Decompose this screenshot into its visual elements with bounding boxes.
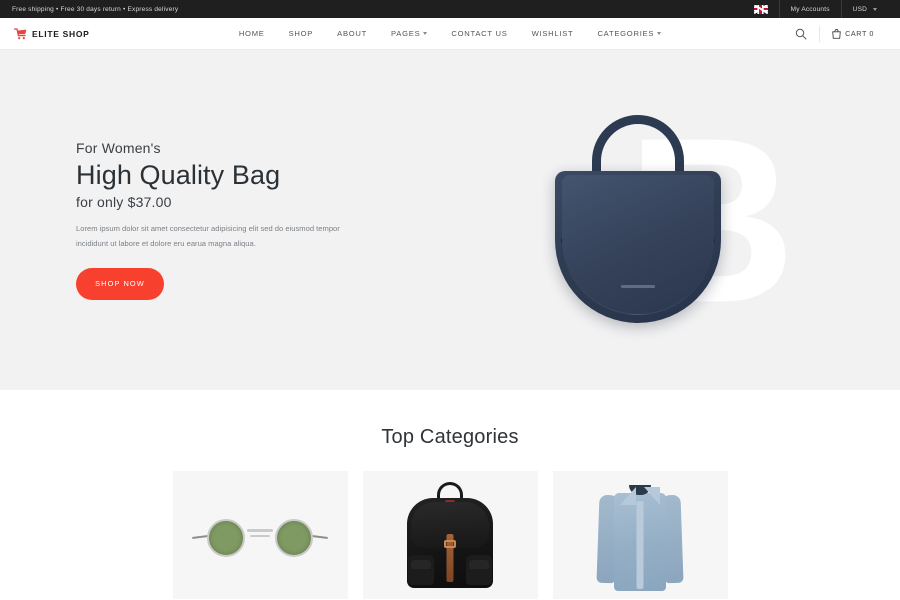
my-accounts-label: My Accounts [790,5,830,13]
category-card-backpack[interactable] [362,471,538,599]
currency-selector[interactable]: USD [840,0,888,18]
hero-description: Lorem ipsum dolor sit amet consectetur a… [76,224,340,249]
section-title: Top Categories [381,426,519,448]
chevron-down-icon [423,32,428,35]
my-accounts-link[interactable]: My Accounts [778,0,841,18]
site-header: ELITE SHOP HOME SHOP ABOUT PAGES CONTACT… [0,18,900,50]
search-icon [795,28,807,39]
category-card-shirt[interactable] [552,471,728,599]
search-button[interactable] [783,28,819,40]
nav-label: CONTACT US [451,29,508,38]
hero-headline: High Quality Bag [76,160,281,191]
hero-product-image-handbag [550,113,725,328]
uk-flag-icon [753,4,768,14]
nav-item-pages[interactable]: PAGES [391,29,428,38]
shopping-cart-icon [14,27,27,39]
caret-down-icon [873,7,877,11]
shop-now-button[interactable]: SHOP NOW [76,267,164,300]
chevron-down-icon [657,32,662,35]
nav-item-categories[interactable]: CATEGORIES [597,29,662,38]
currency-label: USD [852,5,867,13]
nav-item-contact-us[interactable]: CONTACT US [451,29,507,38]
hero-eyebrow: For Women's [76,140,161,157]
logo[interactable]: ELITE SHOP [14,27,194,40]
backpack-image [407,482,493,588]
topbar-utility-group: My Accounts USD [746,0,888,18]
sunglasses-image [191,515,329,557]
hero-banner: For Women's High Quality Bag for only $3… [0,50,900,390]
nav-label: ABOUT [337,29,368,38]
language-selector[interactable] [746,0,779,18]
nav-item-home[interactable]: HOME [239,29,265,38]
header-actions: CART 0 [706,25,886,42]
nav-label: WISHLIST [531,29,574,38]
top-categories-section: Top Categories [0,390,900,599]
nav-label: CATEGORIES [597,29,655,38]
shopping-bag-icon [832,28,841,39]
category-card-sunglasses[interactable] [172,471,348,599]
categories-grid [0,471,900,599]
shirt-image [596,479,684,591]
nav-label: PAGES [391,29,421,38]
nav-item-shop[interactable]: SHOP [289,29,314,38]
hero-subline: for only $37.00 [76,194,172,211]
hero-copy: For Women's High Quality Bag for only $3… [70,140,370,300]
nav-item-wishlist[interactable]: WISHLIST [532,29,574,38]
nav-label: HOME [238,29,265,38]
nav-label: SHOP [288,29,314,38]
cart-count-label: CART 0 [845,29,874,38]
announcement-text: Free shipping • Free 30 days return • Ex… [12,5,179,13]
main-navigation: HOME SHOP ABOUT PAGES CONTACT US WISHLIS… [194,29,706,38]
bag-brand-mark [620,284,655,288]
top-announcement-bar: Free shipping • Free 30 days return • Ex… [0,0,900,18]
cart-button[interactable]: CART 0 [820,28,886,39]
nav-item-about[interactable]: ABOUT [337,29,367,38]
logo-text: ELITE SHOP [32,28,90,39]
hero-artwork: B [500,50,830,390]
